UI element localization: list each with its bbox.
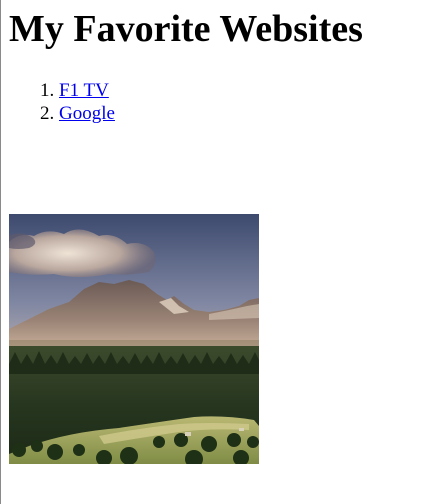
page-title: My Favorite Websites: [9, 8, 363, 50]
link-f1-tv[interactable]: F1 TV: [59, 80, 109, 101]
favorites-list: F1 TV Google: [20, 79, 115, 125]
list-item: Google: [59, 102, 115, 125]
list-item: F1 TV: [59, 79, 115, 102]
mountain-landscape-image: [9, 214, 259, 464]
window-left-border: [0, 0, 1, 504]
link-google[interactable]: Google: [59, 103, 115, 124]
